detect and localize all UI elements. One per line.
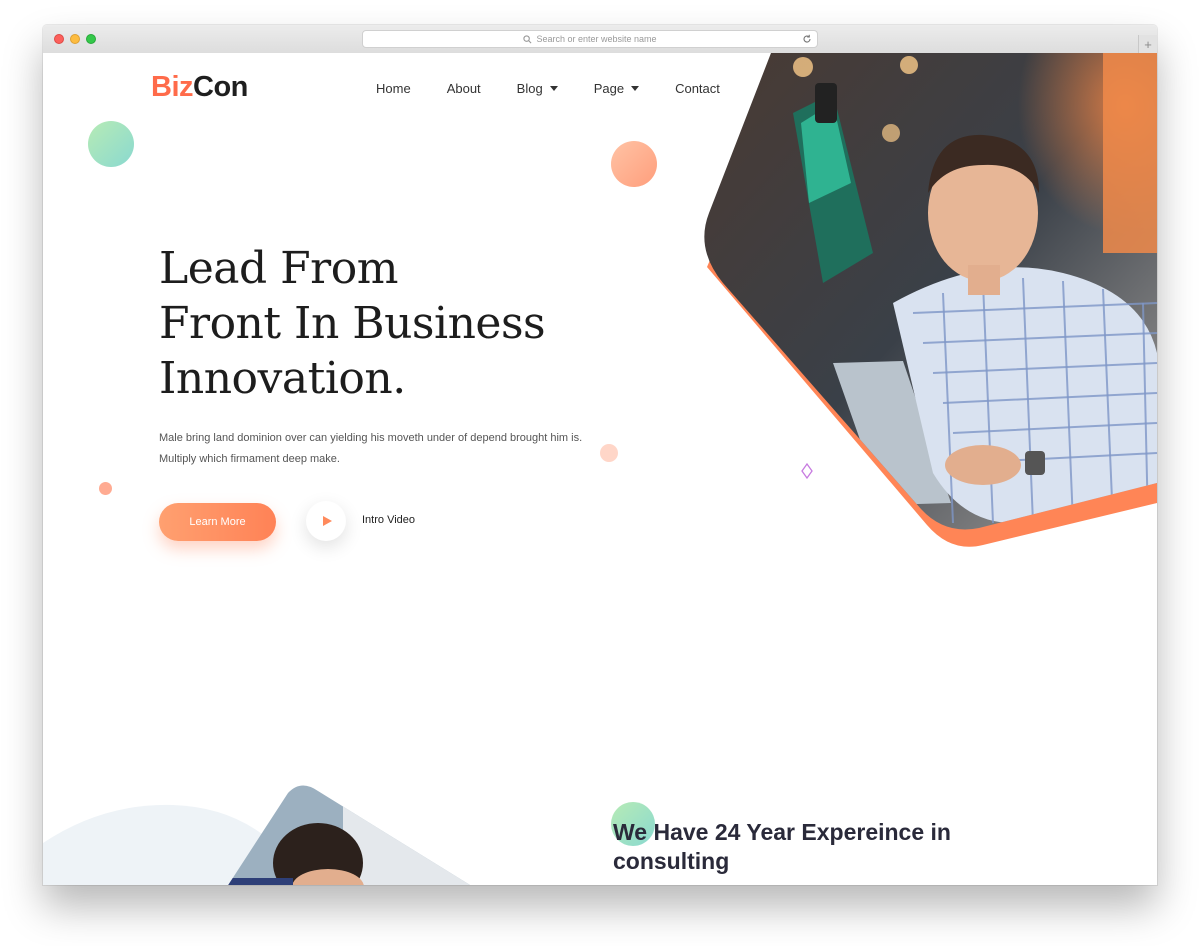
hero-description: Male bring land dominion over can yieldi… (159, 432, 583, 465)
brand-logo[interactable]: BizCon (151, 71, 248, 104)
nav-item-blog[interactable]: Blog (517, 81, 558, 96)
decor-bubble-small-peach (600, 444, 618, 462)
search-icon (523, 34, 532, 43)
caret-down-icon (631, 86, 640, 91)
intro-video-play-button[interactable] (306, 501, 346, 541)
nav-item-about[interactable]: About (447, 81, 481, 96)
learn-more-button[interactable]: Learn More (159, 503, 276, 541)
caret-down-icon (549, 86, 558, 91)
diamond-icon (801, 463, 813, 479)
decor-bubble-small-orange (99, 482, 112, 495)
experience-heading: We Have 24 Year Expereince in consulting (613, 819, 951, 874)
new-tab-button[interactable]: + (1138, 35, 1157, 53)
nav-item-home[interactable]: Home (376, 81, 411, 96)
lower-section-artwork (43, 785, 483, 885)
decor-bubble-green (88, 121, 134, 167)
play-icon (323, 516, 332, 526)
address-placeholder: Search or enter website name (536, 34, 657, 44)
reload-icon[interactable] (802, 34, 812, 44)
address-bar[interactable]: Search or enter website name (362, 30, 818, 48)
decor-bubble-orange (611, 141, 657, 187)
intro-video-label[interactable]: Intro Video (362, 514, 415, 526)
hero-photo (704, 53, 1157, 547)
hero-title: Lead From Front In Business Innovation. (159, 243, 546, 404)
web-page: BizCon Home About Blog Page Contact Lead… (43, 53, 1157, 885)
browser-toolbar: Search or enter website name + (43, 25, 1157, 54)
nav-item-page[interactable]: Page (594, 81, 640, 96)
maximize-window-button[interactable] (86, 34, 96, 44)
minimize-window-button[interactable] (70, 34, 80, 44)
close-window-button[interactable] (54, 34, 64, 44)
browser-window: Search or enter website name + BizCon Ho… (43, 25, 1157, 885)
